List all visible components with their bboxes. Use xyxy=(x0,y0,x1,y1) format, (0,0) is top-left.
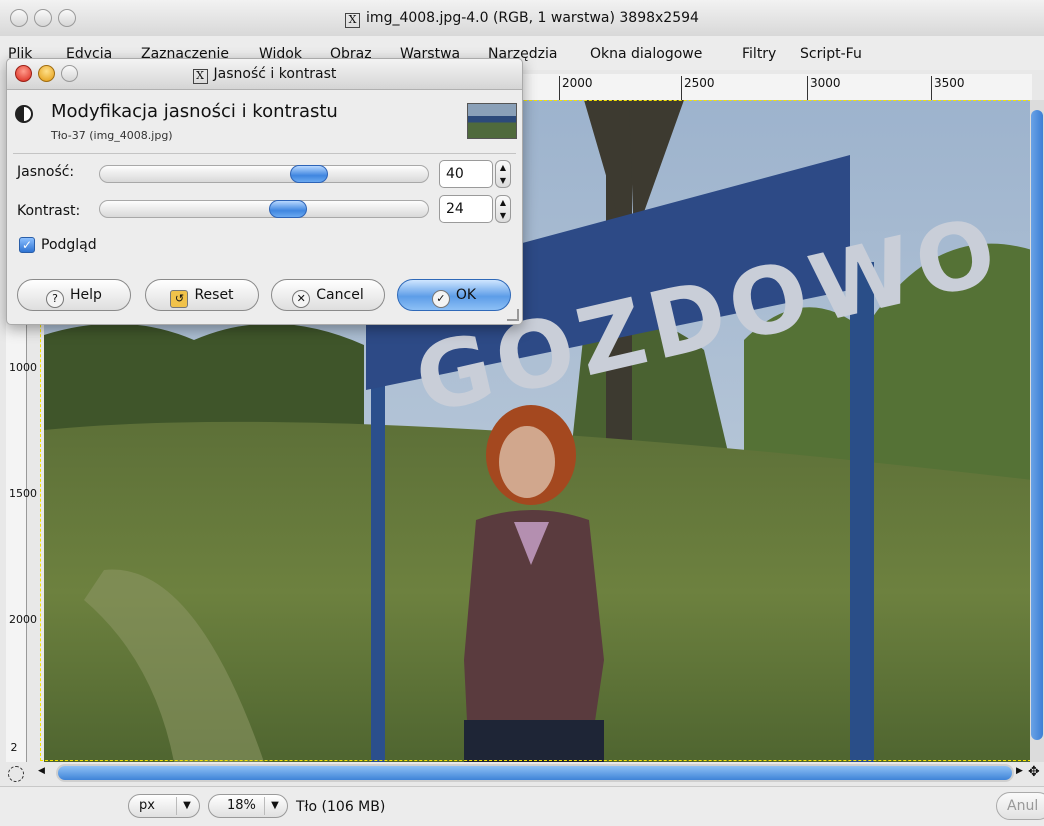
brightness-slider[interactable] xyxy=(99,165,429,183)
menu-filtry[interactable]: Filtry xyxy=(742,46,776,62)
ok-button[interactable]: ✓ OK xyxy=(397,279,511,311)
brightness-stepper[interactable]: ▲ ▼ xyxy=(495,160,511,188)
x11-icon: X xyxy=(345,13,361,28)
ruler-label: 3000 xyxy=(810,76,841,90)
resize-grip-icon[interactable] xyxy=(507,309,519,321)
navigate-icon[interactable]: ✥ xyxy=(1028,764,1040,780)
cancel-operation-label: Anul xyxy=(1007,798,1039,814)
brightness-contrast-dialog: X Jasność i kontrast Modyfikacja jasności… xyxy=(6,58,523,325)
ruler-label: 1000 xyxy=(9,361,37,374)
dialog-heading: Modyfikacja jasności i kontrastu xyxy=(51,101,338,122)
window-titlebar: Ximg_4008.jpg-4.0 (RGB, 1 warstwa) 3898x… xyxy=(0,0,1044,37)
window-title-text: img_4008.jpg-4.0 (RGB, 1 warstwa) 3898x2… xyxy=(366,10,699,26)
x11-icon: X xyxy=(192,69,208,84)
divider xyxy=(13,153,516,154)
help-button-label: Help xyxy=(70,287,102,303)
ok-button-label: OK xyxy=(455,287,477,303)
check-icon: ✓ xyxy=(431,290,450,308)
unit-value: px xyxy=(139,798,155,813)
ruler-tick xyxy=(931,76,932,100)
ruler-tick xyxy=(681,76,682,100)
ruler-label: 2500 xyxy=(684,76,715,90)
brightness-input[interactable]: 40 xyxy=(439,160,493,188)
brightness-label: Jasność: xyxy=(17,164,75,180)
help-icon: ? xyxy=(46,290,65,308)
brightness-contrast-icon xyxy=(15,105,33,123)
unit-select[interactable]: px ▼ xyxy=(128,794,200,818)
scroll-left-arrow-icon[interactable]: ◀ xyxy=(38,766,45,776)
cancel-operation-button[interactable]: Anul xyxy=(996,792,1044,820)
menu-okna-dialogowe[interactable]: Okna dialogowe xyxy=(590,46,702,62)
dialog-title: X Jasność i kontrast xyxy=(7,66,522,84)
preview-label[interactable]: Podgląd xyxy=(41,237,97,253)
ruler-label: 1500 xyxy=(9,487,37,500)
window-title: Ximg_4008.jpg-4.0 (RGB, 1 warstwa) 3898x… xyxy=(0,10,1044,28)
layer-info: Tło (106 MB) xyxy=(296,799,386,815)
contrast-input[interactable]: 24 xyxy=(439,195,493,223)
menu-script-fu[interactable]: Script-Fu xyxy=(800,46,862,62)
preview-checkbox[interactable]: ✓ xyxy=(19,237,35,253)
chevron-down-icon: ▼ xyxy=(264,797,285,815)
scroll-right-arrow-icon[interactable]: ▶ xyxy=(1016,766,1023,776)
dialog-title-text: Jasność i kontrast xyxy=(213,66,337,82)
cancel-button-label: Cancel xyxy=(316,287,364,303)
reset-button-label: Reset xyxy=(194,287,234,303)
dialog-titlebar: X Jasność i kontrast xyxy=(7,59,522,90)
ruler-tick xyxy=(559,76,560,100)
ruler-label: 2000 xyxy=(9,613,37,626)
vertical-scroll-thumb[interactable] xyxy=(1031,110,1043,740)
zoom-select[interactable]: 18% ▼ xyxy=(208,794,288,818)
chevron-down-icon: ▼ xyxy=(176,797,197,815)
status-bar: px ▼ 18% ▼ Tło (106 MB) Anul xyxy=(0,786,1044,826)
cancel-button[interactable]: ✕ Cancel xyxy=(271,279,385,311)
ruler-tick xyxy=(807,76,808,100)
quick-mask-icon[interactable] xyxy=(8,766,24,782)
zoom-value: 18% xyxy=(227,798,256,813)
ruler-label: 3500 xyxy=(934,76,965,90)
ruler-label: 2 xyxy=(10,741,18,754)
contrast-slider[interactable] xyxy=(99,200,429,218)
cancel-icon: ✕ xyxy=(292,290,311,308)
contrast-label: Kontrast: xyxy=(17,203,81,219)
brightness-slider-thumb[interactable] xyxy=(290,165,328,183)
contrast-slider-thumb[interactable] xyxy=(269,200,307,218)
horizontal-scroll-thumb[interactable] xyxy=(58,766,1012,780)
dialog-subtitle: Tło-37 (img_4008.jpg) xyxy=(51,129,173,142)
contrast-stepper[interactable]: ▲ ▼ xyxy=(495,195,511,223)
help-button[interactable]: ? Help xyxy=(17,279,131,311)
reset-button[interactable]: ↺ Reset xyxy=(145,279,259,311)
ruler-label: 2000 xyxy=(562,76,593,90)
image-thumbnail xyxy=(467,103,517,139)
reset-icon: ↺ xyxy=(170,290,189,308)
